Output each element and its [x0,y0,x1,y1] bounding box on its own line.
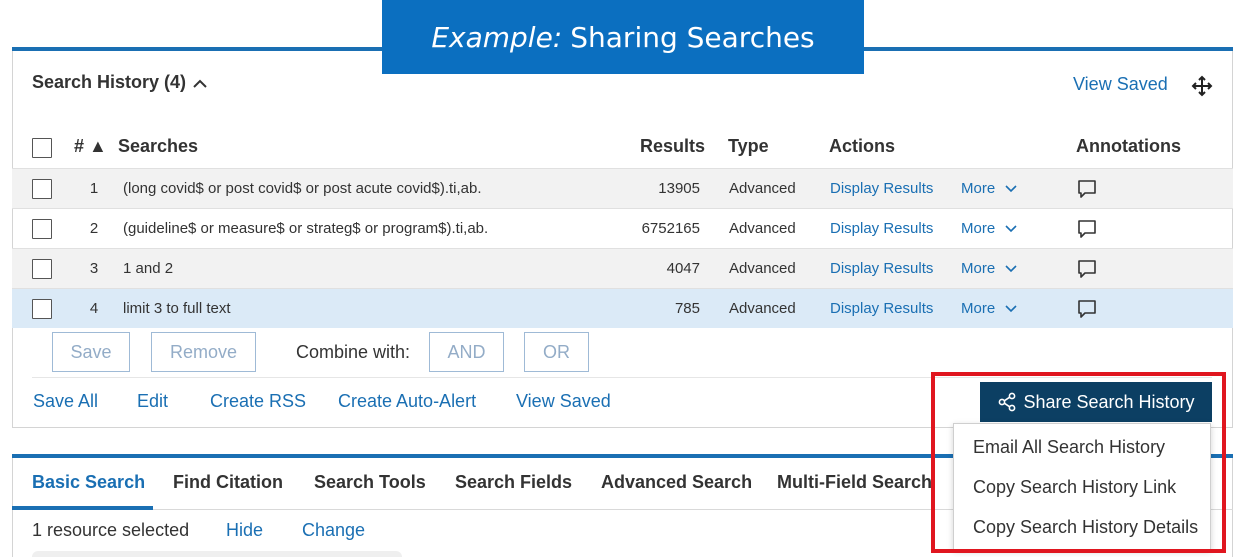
table-row: 4 limit 3 to full text 785 Advanced Disp… [12,288,1233,328]
combine-with-label: Combine with: [296,342,411,362]
row-type: Advanced [729,300,796,317]
display-results-link[interactable]: Display Results [830,220,933,237]
row-checkbox[interactable] [32,299,52,319]
row-results: 13905 [658,180,700,197]
search-input[interactable] [32,551,402,557]
row-number: 3 [89,260,99,277]
col-actions-header: Actions [829,136,896,156]
collapse-chevron-icon[interactable] [190,74,210,94]
row-number: 4 [89,300,99,317]
row-type: Advanced [729,180,796,197]
row-checkbox[interactable] [32,259,52,279]
copy-search-history-details-item[interactable]: Copy Search History Details [973,517,1198,538]
more-label: More [961,260,996,277]
row-results: 4047 [666,260,700,277]
row-query: (long covid$ or post covid$ or post acut… [123,180,482,197]
more-label: More [961,180,996,197]
row-number: 1 [89,180,99,197]
row-results: 785 [674,300,700,317]
annotation-icon[interactable] [1076,178,1098,200]
divider [32,377,1212,378]
row-checkbox[interactable] [32,219,52,239]
display-results-link[interactable]: Display Results [830,180,933,197]
share-menu: Email All Search History Copy Search His… [953,423,1211,550]
resources-selected-text: 1 resource selected [32,520,190,540]
move-icon[interactable] [1190,74,1214,98]
change-resources-link[interactable]: Change [302,520,365,541]
tab-basic-search[interactable]: Basic Search [32,472,145,493]
remove-button[interactable]: Remove [151,332,256,372]
col-searches-header: Searches [118,136,199,156]
view-saved-link[interactable]: View Saved [516,391,611,412]
banner-prefix: Example: [431,20,563,54]
col-num-header[interactable]: # ▲ [74,136,107,157]
row-checkbox[interactable] [32,179,52,199]
tab-search-tools[interactable]: Search Tools [314,472,426,493]
chevron-down-icon [1005,265,1017,273]
row-number: 2 [89,220,99,237]
create-rss-link[interactable]: Create RSS [210,391,306,412]
more-menu[interactable]: More [961,300,1017,317]
tab-advanced-search[interactable]: Advanced Search [601,472,752,493]
tab-multi-field-search[interactable]: Multi-Field Search [777,472,932,493]
more-menu[interactable]: More [961,260,1017,277]
col-num-label: # [74,136,85,156]
row-results: 6752165 [641,220,700,237]
tab-search-fields[interactable]: Search Fields [455,472,572,493]
row-type: Advanced [729,260,796,277]
share-search-history-button[interactable]: Share Search History [980,382,1212,422]
display-results-link[interactable]: Display Results [830,260,933,277]
or-button[interactable]: OR [524,332,589,372]
copy-search-history-link-item[interactable]: Copy Search History Link [973,477,1176,498]
row-query: 1 and 2 [123,260,174,277]
select-all-checkbox[interactable] [32,138,52,158]
hide-resources-link[interactable]: Hide [226,520,263,541]
annotation-icon[interactable] [1076,258,1098,280]
annotation-icon[interactable] [1076,298,1098,320]
save-button[interactable]: Save [52,332,130,372]
tab-find-citation[interactable]: Find Citation [173,472,283,493]
share-icon [999,392,1016,412]
col-type-header: Type [728,136,769,156]
email-all-search-history-item[interactable]: Email All Search History [973,437,1165,458]
banner-title: Sharing Searches [570,20,815,54]
search-history-title: Search History (4) [32,72,187,92]
edit-link[interactable]: Edit [137,391,168,412]
table-row: 1 (long covid$ or post covid$ or post ac… [12,168,1233,208]
col-results-header: Results [640,136,706,156]
col-annotations-header: Annotations [1076,136,1181,156]
chevron-down-icon [1005,305,1017,313]
share-button-label: Share Search History [1023,391,1195,412]
more-label: More [961,300,996,317]
annotation-icon[interactable] [1076,218,1098,240]
row-query: limit 3 to full text [123,300,231,317]
chevron-down-icon [1005,225,1017,233]
chevron-down-icon [1005,185,1017,193]
example-banner: Example: Sharing Searches [382,0,864,74]
more-menu[interactable]: More [961,220,1017,237]
row-type: Advanced [729,220,796,237]
table-row: 3 1 and 2 4047 Advanced Display Results … [12,248,1233,288]
more-label: More [961,220,996,237]
save-all-link[interactable]: Save All [33,391,98,412]
more-menu[interactable]: More [961,180,1017,197]
view-saved-link-top[interactable]: View Saved [1073,74,1168,95]
active-tab-underline [12,506,153,510]
row-query: (guideline$ or measure$ or strateg$ or p… [123,220,489,237]
and-button[interactable]: AND [429,332,504,372]
display-results-link[interactable]: Display Results [830,300,933,317]
table-row: 2 (guideline$ or measure$ or strateg$ or… [12,208,1233,248]
sort-ascending-icon: ▲ [89,136,107,156]
create-auto-alert-link[interactable]: Create Auto-Alert [338,391,476,412]
